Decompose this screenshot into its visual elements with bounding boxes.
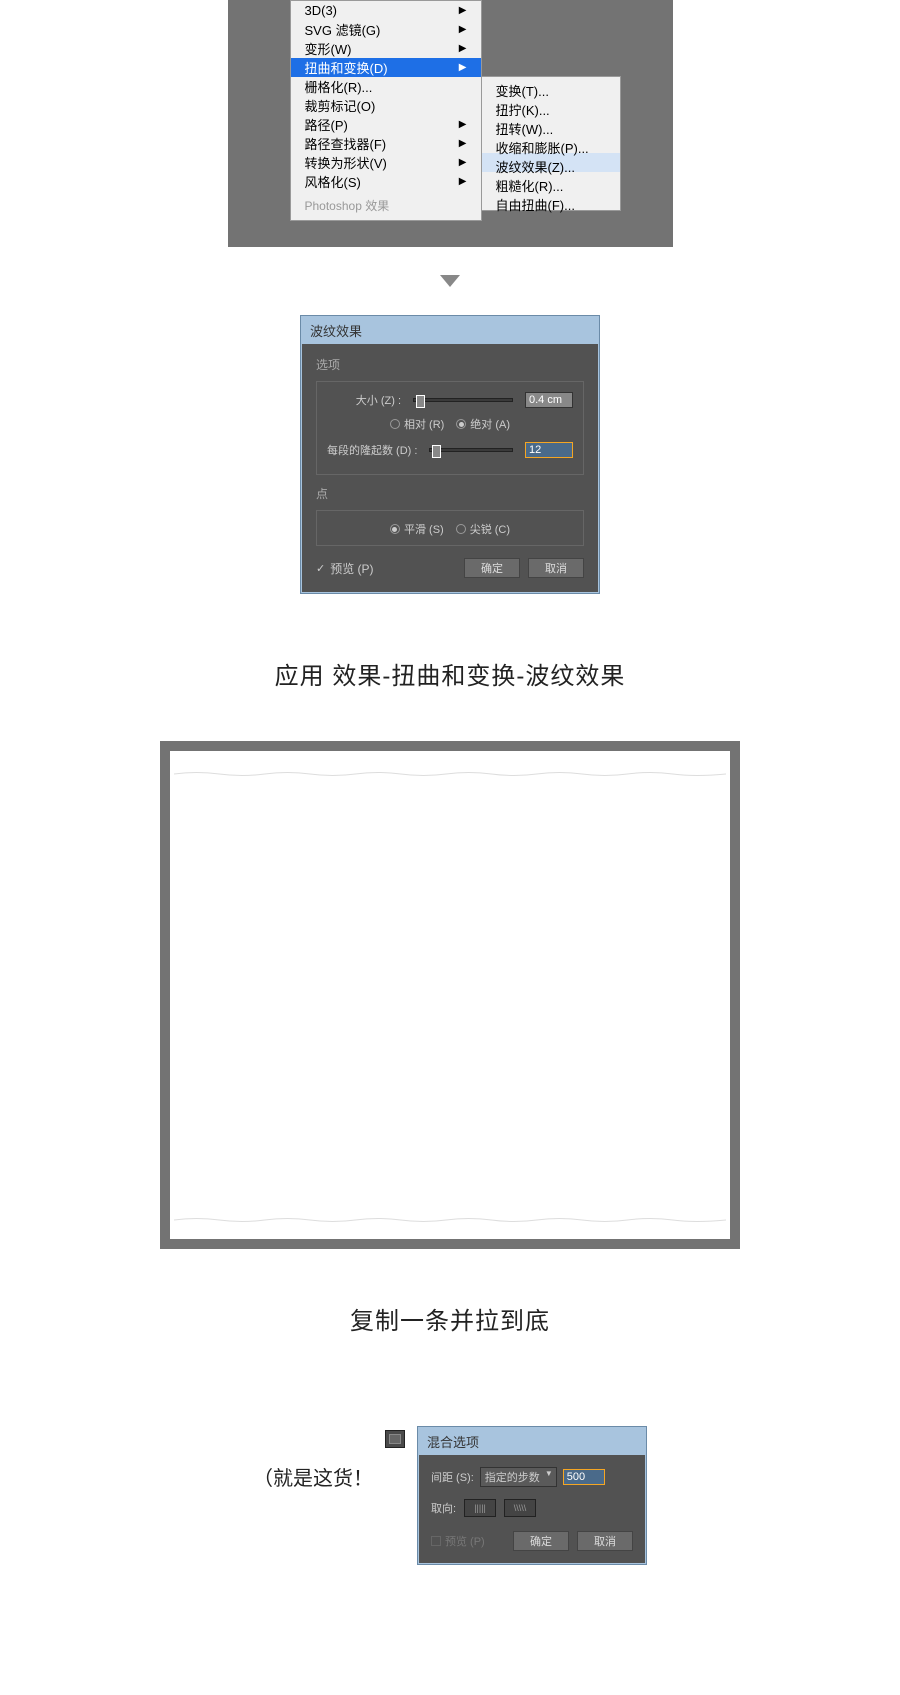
size-slider[interactable] [413,398,513,402]
radio-label: 尖锐 (C) [470,521,510,537]
bottom-row: （就是这货！ 混合选项 间距 (S): 指定的步数 取向: ||||| \\\\… [253,1426,647,1565]
spacing-mode-select[interactable]: 指定的步数 [480,1467,557,1487]
spacing-label: 间距 (S): [431,1469,474,1485]
preview-label: 预览 (P) [445,1533,485,1549]
menu-label: 风格化(S) [305,172,361,191]
icon-column [385,1426,405,1448]
submenu-arrow-icon: ▶ [459,138,467,149]
preview-checkbox[interactable]: ✓ 预览 (P) [316,560,374,577]
menu-item-crop-marks[interactable]: 裁剪标记(O) [291,96,481,115]
radio-icon [456,524,466,534]
submenu-arrow-icon: ▶ [459,62,467,73]
size-input[interactable] [525,392,573,408]
menu-label: 变形(W) [305,39,352,58]
menu-item-warp[interactable]: 变形(W) ▶ [291,39,481,58]
menu-label: SVG 滤镜(G) [305,20,381,39]
radio-label: 绝对 (A) [470,416,510,432]
options-group-label: 选项 [316,356,584,373]
menu-section-photoshop: Photoshop 效果 [291,191,481,220]
options-group: 大小 (Z) : 相对 (R) 绝对 (A) 每段的隆起数 (D) : [316,381,584,475]
wavy-line-bottom [174,1217,726,1219]
caption-apply-effect: 应用 效果-扭曲和变换-波纹效果 [275,656,626,691]
menu-item-3d[interactable]: 3D(3) ▶ [291,1,481,20]
caption-copy-drag: 复制一条并拉到底 [350,1301,550,1336]
check-icon [431,1536,441,1546]
menu-label: 扭曲和变换(D) [305,58,388,77]
preview-checkbox[interactable]: 预览 (P) [431,1533,485,1549]
submenu-arrow-icon: ▶ [459,5,467,16]
check-icon: ✓ [316,562,325,575]
submenu-arrow-icon: ▶ [459,157,467,168]
menu-item-path[interactable]: 路径(P) ▶ [291,115,481,134]
submenu-item-transform[interactable]: 变换(T)... [482,77,620,96]
menu-item-pathfinder[interactable]: 路径查找器(F) ▶ [291,134,481,153]
points-group-label: 点 [316,485,584,502]
smooth-radio[interactable]: 平滑 (S) [390,521,444,537]
orient-align-path-button[interactable]: \\\\\ [504,1499,536,1517]
submenu-arrow-icon: ▶ [459,119,467,130]
size-label: 大小 (Z) : [356,392,401,408]
corner-radio[interactable]: 尖锐 (C) [456,521,510,537]
menu-item-svg[interactable]: SVG 滤镜(G) ▶ [291,20,481,39]
menu-label: 转换为形状(V) [305,153,387,172]
distort-submenu: 变换(T)... 扭拧(K)... 扭转(W)... 收缩和膨胀(P)... 波… [481,76,621,211]
ridges-input[interactable] [525,442,573,458]
dialog-title: 混合选项 [419,1428,645,1455]
menu-label: 栅格化(R)... [305,77,373,96]
ridges-slider[interactable] [429,448,513,452]
spacing-value-input[interactable] [563,1469,605,1485]
artboard [170,751,730,1239]
submenu-arrow-icon: ▶ [459,176,467,187]
menu-screenshot: 3D(3) ▶ SVG 滤镜(G) ▶ 变形(W) ▶ 扭曲和变换(D) ▶ 栅格化(R… [228,0,673,247]
ok-button[interactable]: 确定 [464,558,520,578]
relative-radio[interactable]: 相对 (R) [390,416,444,432]
menu-label: 3D(3) [305,3,338,18]
menu-label: 路径查找器(F) [305,134,387,153]
down-arrow-icon [440,275,460,287]
absolute-radio[interactable]: 绝对 (A) [456,416,510,432]
effects-menu: 3D(3) ▶ SVG 滤镜(G) ▶ 变形(W) ▶ 扭曲和变换(D) ▶ 栅格化(R… [290,0,482,221]
radio-icon [390,419,400,429]
this-thing-label: （就是这货！ [253,1426,373,1491]
blend-options-dialog: 混合选项 间距 (S): 指定的步数 取向: ||||| \\\\\ 预览 (P… [417,1426,647,1565]
radio-icon [456,419,466,429]
dialog-title: 波纹效果 [302,317,598,344]
ok-button[interactable]: 确定 [513,1531,569,1551]
wavy-line-top [174,771,726,773]
preview-label: 预览 (P) [330,560,373,577]
zigzag-dialog: 波纹效果 选项 大小 (Z) : 相对 (R) 绝对 (A) 每段的隆起数 (D… [300,315,600,594]
submenu-arrow-icon: ▶ [459,43,467,54]
submenu-arrow-icon: ▶ [459,24,467,35]
menu-item-rasterize[interactable]: 栅格化(R)... [291,77,481,96]
radio-label: 平滑 (S) [404,521,444,537]
radio-icon [390,524,400,534]
cancel-button[interactable]: 取消 [528,558,584,578]
menu-label: 裁剪标记(O) [305,96,376,115]
orient-align-page-button[interactable]: ||||| [464,1499,496,1517]
ridges-label: 每段的隆起数 (D) : [327,442,417,458]
points-group: 平滑 (S) 尖锐 (C) [316,510,584,546]
orientation-label: 取向: [431,1500,456,1516]
menu-item-convert-shape[interactable]: 转换为形状(V) ▶ [291,153,481,172]
menu-item-distort-transform[interactable]: 扭曲和变换(D) ▶ [291,58,481,77]
canvas-frame [160,741,740,1249]
radio-label: 相对 (R) [404,416,444,432]
menu-item-stylize[interactable]: 风格化(S) ▶ [291,172,481,191]
blend-tool-icon[interactable] [385,1430,405,1448]
menu-label: 路径(P) [305,115,348,134]
cancel-button[interactable]: 取消 [577,1531,633,1551]
